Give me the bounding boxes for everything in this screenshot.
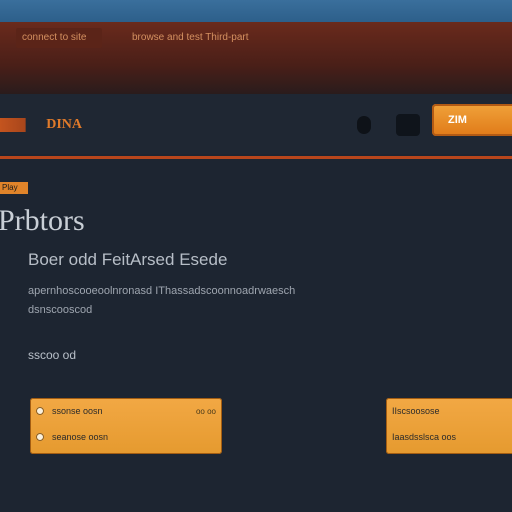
radio-icon[interactable] [36, 407, 44, 415]
menu-item-connect[interactable]: connect to site [16, 28, 102, 48]
option-card-left[interactable]: ssonse oosn oo oo seanose oosn [30, 398, 222, 454]
card-option-row[interactable]: IIscsoosose [392, 402, 510, 420]
page-title: Prbtors [0, 204, 85, 237]
description-line-2: dsnscooscod [28, 304, 93, 316]
page-description: apernhoscooeoolnronasd IThassadscoonnoad… [28, 282, 508, 320]
card-option-label: Iaasdsslsca oos [392, 432, 457, 442]
option-card-right[interactable]: IIscsoosose Iaasdsslsca oos [386, 398, 512, 454]
brand-logo[interactable]: DINA [0, 118, 84, 132]
card-option-row[interactable]: Iaasdsslsca oos [392, 428, 510, 446]
user-avatar-icon[interactable] [396, 114, 420, 136]
page-subtitle: Boer odd FeitArsed Esede [28, 250, 228, 269]
header-divider [0, 156, 512, 159]
breadcrumb-tag[interactable]: Play [0, 182, 28, 194]
card-option-tag: oo oo [195, 406, 216, 416]
card-option-label: IIscsoosose [392, 406, 440, 416]
cta-button[interactable]: ZIM [432, 104, 512, 136]
menu-bar: connect to site browse and test Third-pa… [0, 22, 512, 94]
card-option-label: ssonse oosn [52, 406, 103, 416]
radio-icon[interactable] [36, 433, 44, 441]
menu-item-browse[interactable]: browse and test Third-part [132, 28, 249, 48]
card-option-row[interactable]: ssonse oosn oo oo [36, 402, 216, 420]
description-line-1: apernhoscooeoolnronasd IThassadscoonnoad… [28, 285, 296, 297]
browser-top-strip [0, 0, 512, 22]
notification-icon[interactable] [357, 116, 371, 134]
card-option-label: seanose oosn [52, 432, 109, 442]
section-heading: sscoo od [28, 348, 77, 362]
card-option-row[interactable]: seanose oosn [36, 428, 216, 446]
